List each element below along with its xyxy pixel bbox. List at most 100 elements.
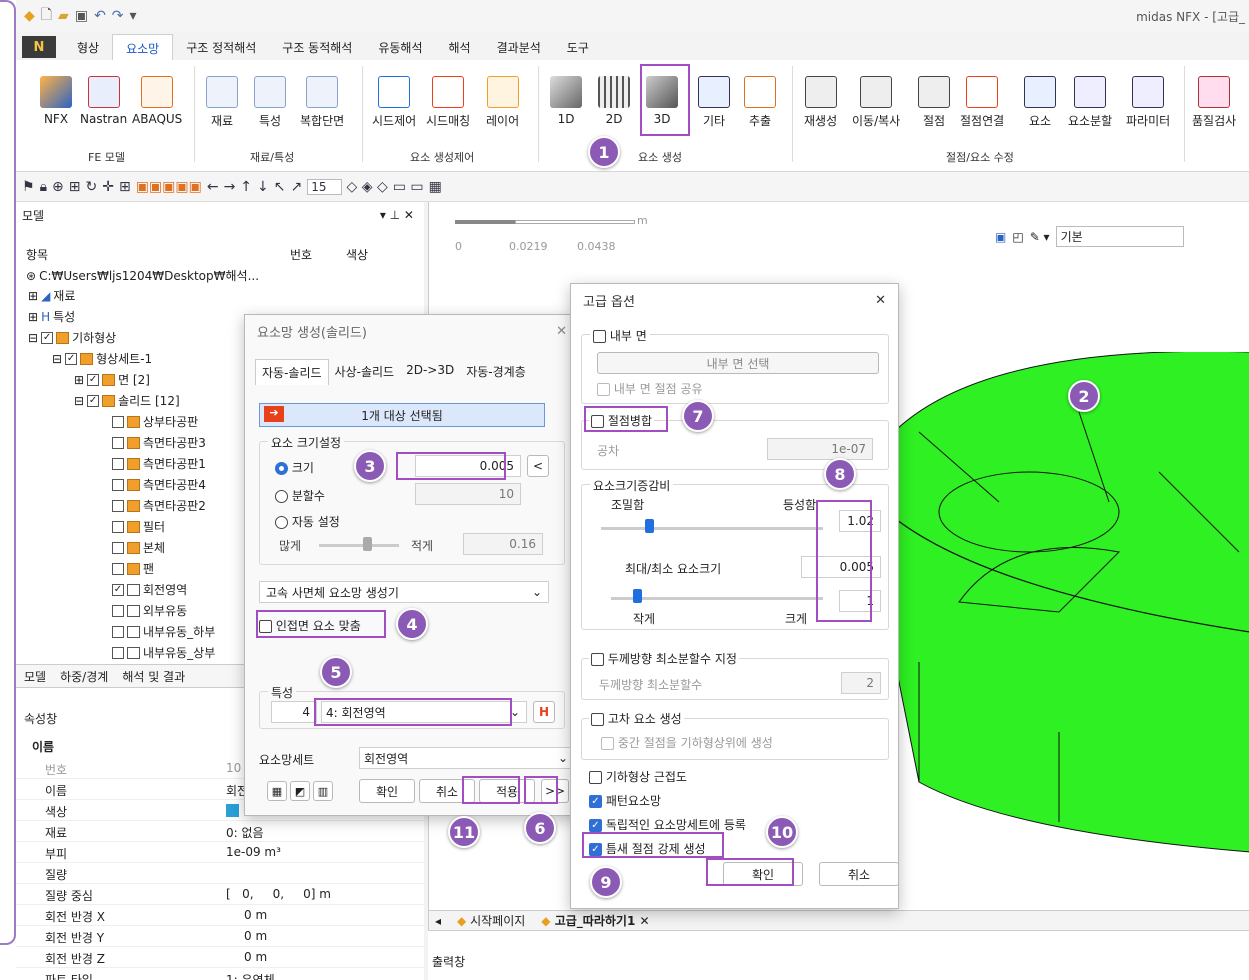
node-connect-button[interactable]: 절점연결 <box>960 76 1004 129</box>
tree-item[interactable]: 팬 <box>112 560 154 577</box>
auto-slider[interactable] <box>319 544 399 547</box>
size-pick-button[interactable]: < <box>527 455 549 477</box>
growth-slider-thumb[interactable] <box>645 519 654 533</box>
tree-item[interactable]: ✓ 회전영역 <box>112 581 187 598</box>
merge-nodes-checkbox[interactable]: 절점병합 <box>589 412 654 429</box>
checkbox[interactable] <box>589 771 602 784</box>
tab-model[interactable]: 모델 <box>24 668 46 685</box>
tab-mesh[interactable]: 요소망 <box>112 34 174 60</box>
tree-item[interactable]: 필터 <box>112 518 165 535</box>
tab-results[interactable]: 결과분석 <box>484 34 554 60</box>
lock-icon[interactable]: 🔒︎ <box>40 179 47 195</box>
tree-item-face[interactable]: ⊞ ✓ 면 [2] <box>74 371 150 388</box>
tree-item[interactable]: 측면타공판2 <box>112 497 206 514</box>
open-folder-icon[interactable]: ▰ <box>58 8 69 24</box>
view-style-select[interactable]: 기본 <box>1055 226 1184 247</box>
apply-button[interactable]: 적용 <box>479 779 535 803</box>
move-copy-button[interactable]: 이동/복사 <box>852 76 900 129</box>
tree-item-solid[interactable]: ⊟ ✓ 솔리드 [12] <box>74 392 180 409</box>
tree-item[interactable]: 외부유동 <box>112 602 187 619</box>
auto-radio[interactable]: 자동 설정 <box>275 513 340 530</box>
meshset-tool-icon[interactable]: ▦ <box>267 781 287 801</box>
size-input[interactable]: 0.005 <box>415 455 521 477</box>
checkbox[interactable] <box>601 737 614 750</box>
ok-button[interactable]: 확인 <box>359 779 415 803</box>
display-mode-icon[interactable]: ◇ ◈ ◇ <box>347 179 388 195</box>
mid-nodes-checkbox[interactable]: 중간 절점을 기하형상위에 생성 <box>601 734 773 751</box>
checkbox[interactable]: ✓ <box>589 819 602 832</box>
composite-button[interactable]: 복합단면 <box>300 76 344 129</box>
arrow-right-icon[interactable]: → <box>224 179 236 195</box>
pattern-mesh-checkbox[interactable]: ✓ 패턴요소망 <box>589 792 661 809</box>
arrow-ne-icon[interactable]: ↗ <box>291 179 303 195</box>
node-button[interactable]: 절점 <box>918 76 950 129</box>
adv-cancel-button[interactable]: 취소 <box>819 862 899 886</box>
meshset-select[interactable]: 회전영역 ⌄ <box>359 747 575 769</box>
pan-icon[interactable]: ✛ <box>102 179 114 195</box>
extract-button[interactable]: 추출 <box>744 76 776 129</box>
tab-tools[interactable]: 도구 <box>554 34 602 60</box>
checkbox[interactable] <box>112 415 124 428</box>
geom-proximity-checkbox[interactable]: 기하형상 근접도 <box>589 768 687 785</box>
target-select-button[interactable]: ➔ 1개 대상 선택됨 <box>259 403 545 427</box>
adjacent-match-checkbox[interactable]: 인접면 요소 맞춤 <box>259 617 361 634</box>
qat-dropdown-icon[interactable]: ▾ <box>130 8 137 24</box>
view-settings-icon[interactable]: ▣ <box>995 230 1006 244</box>
min-size-input[interactable]: 1 <box>839 590 881 612</box>
mesh-other-button[interactable]: 기타 <box>698 76 730 129</box>
element-button[interactable]: 요소 <box>1024 76 1056 129</box>
tree-item[interactable]: 상부타공판 <box>112 413 198 430</box>
new-file-icon[interactable]: 🗋 <box>41 4 52 28</box>
seed-match-button[interactable]: 시드매칭 <box>426 76 470 129</box>
layer-button[interactable]: 레이어 <box>486 76 519 129</box>
checkbox[interactable] <box>112 499 124 512</box>
independent-set-checkbox[interactable]: ✓ 독립적인 요소망세트에 등록 <box>589 816 746 833</box>
checkbox[interactable]: ✓ <box>87 394 100 407</box>
panel-controls-icon[interactable]: ▾ ⊥ ✕ <box>380 208 414 222</box>
element-split-button[interactable]: 요소분할 <box>1068 76 1112 129</box>
tolerance-input[interactable]: 1e-07 <box>767 438 873 460</box>
tab-analysis-results[interactable]: 해석 및 결과 <box>122 668 185 685</box>
growth-input[interactable]: 1.02 <box>839 510 881 532</box>
checkbox[interactable] <box>591 653 604 666</box>
collapse-icon[interactable]: ⊟ <box>52 352 62 366</box>
checkbox[interactable]: ✓ <box>41 331 54 344</box>
light-icon[interactable]: ✎ ▾ <box>1030 230 1050 244</box>
close-icon[interactable]: ✕ <box>875 293 886 308</box>
tab-start-page[interactable]: ◆ 시작페이지 <box>457 912 525 929</box>
tree-item-geometry[interactable]: ⊟ ✓ 기하형상 <box>28 329 116 346</box>
meshset-manage-icon[interactable]: ▥ <box>313 781 333 801</box>
checkbox[interactable] <box>112 562 124 575</box>
regen-button[interactable]: 재생성 <box>804 76 837 129</box>
expand-icon[interactable]: ⊞ <box>74 373 84 387</box>
maxmin-slider-thumb[interactable] <box>633 589 642 603</box>
close-icon[interactable]: ✕ <box>556 324 567 339</box>
tab-flow[interactable]: 유동해석 <box>365 34 435 60</box>
mesh-1d-button[interactable]: 1D <box>550 76 582 126</box>
size-radio[interactable]: 크기 <box>275 459 314 476</box>
tab-current-doc[interactable]: ◆ 고급_따라하기1 ✕ <box>541 912 649 929</box>
inner-face-checkbox[interactable]: 내부 면 <box>590 327 650 344</box>
color-swatch[interactable] <box>226 804 239 817</box>
collapse-icon[interactable]: ⊟ <box>74 394 84 408</box>
abaqus-button[interactable]: ABAQUS <box>132 76 182 126</box>
collapse-icon[interactable]: ⊟ <box>28 331 38 345</box>
table-icon[interactable]: ▦ <box>429 179 442 195</box>
expand-icon[interactable]: ⊞ <box>28 310 38 324</box>
property-create-icon[interactable]: H <box>533 701 555 723</box>
checkbox[interactable] <box>112 541 124 554</box>
tree-item-property[interactable]: ⊞ H 특성 <box>28 308 75 325</box>
gap-nodes-checkbox[interactable]: ✓ 틈새 절점 강제 생성 <box>589 840 706 857</box>
prop-value[interactable]: 0: 없음 <box>226 824 264 841</box>
maxmin-slider[interactable] <box>611 597 823 600</box>
checkbox[interactable]: ✓ <box>65 352 78 365</box>
tab-dynamic[interactable]: 구조 동적해석 <box>269 34 365 60</box>
zoom-fit-icon[interactable]: ⊞ <box>69 179 81 195</box>
grid-icon[interactable]: ⊞ <box>119 179 131 195</box>
selection-icon[interactable]: ▭ ▭ <box>393 179 424 195</box>
checkbox[interactable] <box>112 457 124 470</box>
tree-item[interactable]: 측면타공판1 <box>112 455 206 472</box>
radio[interactable] <box>275 462 288 475</box>
checkbox[interactable] <box>259 620 272 633</box>
checkbox[interactable] <box>112 436 124 449</box>
